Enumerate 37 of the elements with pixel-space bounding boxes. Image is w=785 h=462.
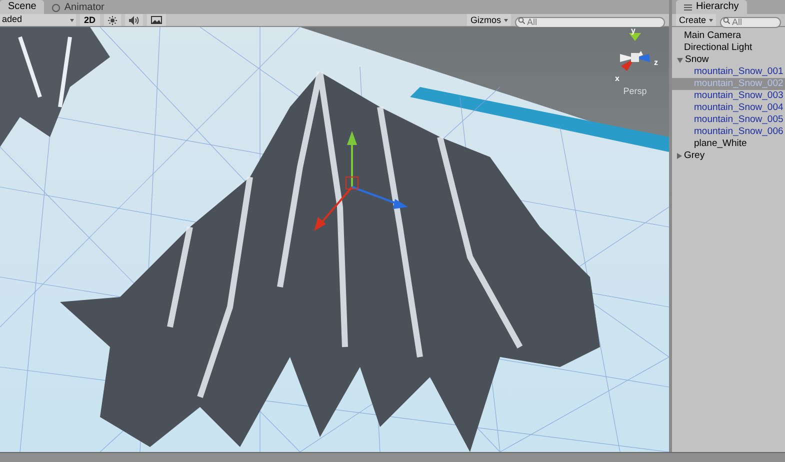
sun-icon [108, 16, 117, 24]
hierarchy-item[interactable]: mountain_Snow_004 [672, 102, 785, 114]
hierarchy-item[interactable]: mountain_Snow_005 [672, 114, 785, 126]
tab[interactable]: Animator [44, 1, 112, 14]
search-icon [518, 16, 525, 24]
axis-label: y [631, 25, 636, 37]
audio-toggle[interactable] [124, 14, 143, 26]
gizmos-dropdown[interactable]: Gizmos [467, 14, 511, 26]
animator-icon [52, 4, 60, 12]
speaker-icon [128, 16, 139, 24]
hierarchy-item[interactable]: plane_White [672, 138, 785, 150]
caret-icon [504, 18, 508, 22]
axis-label: x [615, 73, 620, 85]
lighting-toggle[interactable] [104, 14, 121, 26]
hierarchy-item[interactable]: mountain_Snow_003 [672, 90, 785, 102]
draw-mode-dropdown[interactable]: aded [0, 14, 76, 26]
mode-2d-button[interactable]: 2D [80, 14, 100, 26]
list-icon [684, 4, 692, 10]
expand-arrow-icon[interactable] [677, 58, 683, 62]
create-dropdown[interactable]: Create [676, 14, 716, 26]
hierarchy-item[interactable]: mountain_Snow_006 [672, 126, 785, 138]
hierarchy-item[interactable]: Main Camera [672, 30, 785, 42]
tab[interactable]: Scene [0, 0, 44, 14]
hierarchy-item[interactable]: Snow [672, 54, 785, 66]
caret-icon [70, 18, 74, 22]
search-icon [723, 16, 730, 24]
hierarchy-item[interactable]: Directional Light [672, 42, 785, 54]
image-icon [150, 16, 162, 24]
effects-toggle[interactable] [146, 14, 166, 26]
caret-icon [709, 18, 714, 22]
expand-arrow-icon[interactable] [677, 153, 682, 159]
hierarchy-item[interactable]: mountain_Snow_001 [672, 66, 785, 78]
hierarchy-item[interactable]: Grey [672, 150, 785, 162]
search-field[interactable]: All [720, 16, 781, 28]
hierarchy-tab[interactable]: Hierarchy [676, 0, 747, 14]
axis-label: z [654, 57, 658, 69]
search-field[interactable]: All [515, 16, 665, 28]
